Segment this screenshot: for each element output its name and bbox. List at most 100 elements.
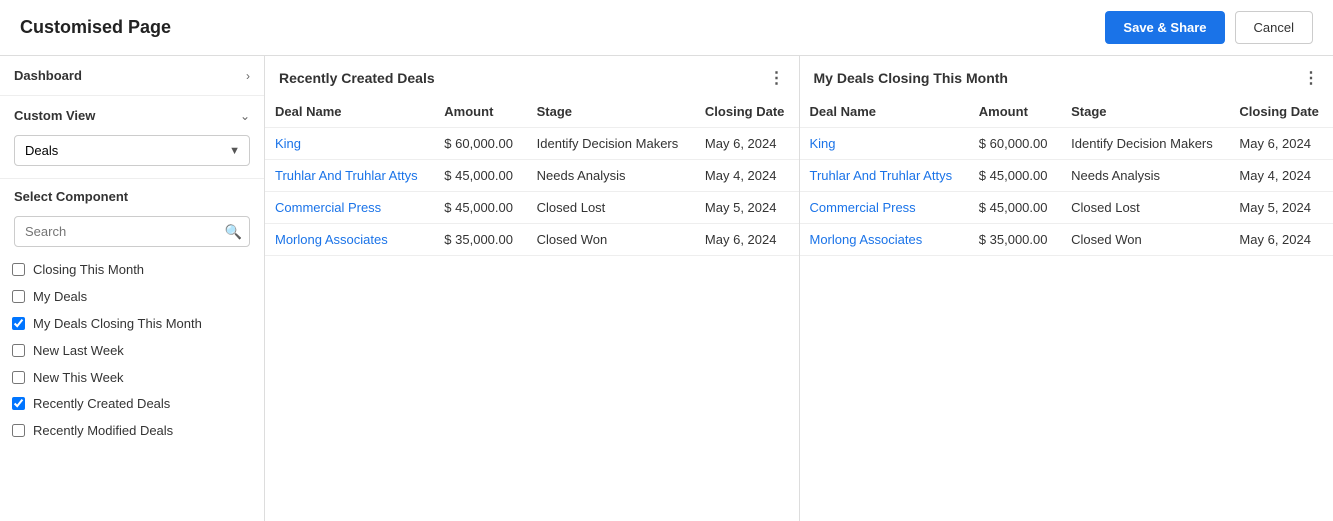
- custom-view-label: Custom View: [14, 108, 95, 123]
- col-stage: Stage: [1061, 96, 1229, 128]
- deal-link[interactable]: King: [275, 136, 301, 151]
- recently-created-title: Recently Created Deals: [279, 70, 435, 86]
- deal-stage: Closed Won: [1061, 224, 1229, 256]
- save-share-button[interactable]: Save & Share: [1105, 11, 1224, 44]
- select-component-section: Select Component 🔍 Closing This Month My…: [0, 179, 264, 449]
- table-header-row: Deal Name Amount Stage Closing Date: [800, 96, 1333, 128]
- header-actions: Save & Share Cancel: [1105, 11, 1313, 44]
- deal-amount: $ 60,000.00: [434, 128, 526, 160]
- deal-amount: $ 45,000.00: [434, 192, 526, 224]
- chevron-right-icon: ›: [246, 69, 250, 83]
- cancel-button[interactable]: Cancel: [1235, 11, 1313, 44]
- table-row: Truhlar And Truhlar Attys $ 45,000.00 Ne…: [800, 160, 1333, 192]
- my-deals-checkbox[interactable]: [12, 290, 25, 303]
- recently-created-table: Deal Name Amount Stage Closing Date King…: [265, 96, 799, 256]
- table-row: Commercial Press $ 45,000.00 Closed Lost…: [800, 192, 1333, 224]
- sidebar-section-custom-view: Custom View ⌄ Deals Contacts Leads ▼: [0, 96, 264, 179]
- list-item[interactable]: My Deals Closing This Month: [0, 311, 264, 338]
- deal-closing-date: May 5, 2024: [695, 192, 799, 224]
- table-header-row: Deal Name Amount Stage Closing Date: [265, 96, 799, 128]
- custom-view-header[interactable]: Custom View ⌄: [0, 96, 264, 129]
- list-item[interactable]: Recently Created Deals: [0, 391, 264, 418]
- list-item[interactable]: New Last Week: [0, 338, 264, 365]
- col-stage: Stage: [527, 96, 695, 128]
- deal-link[interactable]: Morlong Associates: [275, 232, 388, 247]
- deal-closing-date: May 6, 2024: [695, 128, 799, 160]
- search-wrapper: 🔍: [0, 210, 264, 253]
- new-this-week-label: New This Week: [33, 370, 124, 387]
- col-deal-name: Deal Name: [265, 96, 434, 128]
- deal-link[interactable]: Truhlar And Truhlar Attys: [810, 168, 953, 183]
- deal-stage: Closed Won: [527, 224, 695, 256]
- deal-stage: Closed Lost: [527, 192, 695, 224]
- recently-created-panel: Recently Created Deals ⋮ Deal Name Amoun…: [265, 56, 800, 521]
- deals-dropdown-wrapper: Deals Contacts Leads ▼: [0, 129, 264, 178]
- deal-stage: Needs Analysis: [527, 160, 695, 192]
- deal-amount: $ 45,000.00: [434, 160, 526, 192]
- recently-created-checkbox[interactable]: [12, 397, 25, 410]
- new-last-week-label: New Last Week: [33, 343, 124, 360]
- component-checkbox-list: Closing This Month My Deals My Deals Clo…: [0, 253, 264, 449]
- recently-modified-checkbox[interactable]: [12, 424, 25, 437]
- select-component-label: Select Component: [0, 179, 264, 210]
- main-content: Recently Created Deals ⋮ Deal Name Amoun…: [265, 56, 1333, 521]
- list-item[interactable]: My Deals: [0, 284, 264, 311]
- chevron-up-icon: ⌄: [240, 109, 250, 123]
- dashboard-label: Dashboard: [14, 68, 82, 83]
- col-closing-date: Closing Date: [695, 96, 799, 128]
- my-deals-label: My Deals: [33, 289, 87, 306]
- table-row: King $ 60,000.00 Identify Decision Maker…: [265, 128, 799, 160]
- table-row: Truhlar And Truhlar Attys $ 45,000.00 Ne…: [265, 160, 799, 192]
- deal-link[interactable]: King: [810, 136, 836, 151]
- my-deals-closing-checkbox[interactable]: [12, 317, 25, 330]
- new-last-week-checkbox[interactable]: [12, 344, 25, 357]
- col-amount: Amount: [969, 96, 1061, 128]
- deal-stage: Needs Analysis: [1061, 160, 1229, 192]
- recently-created-label: Recently Created Deals: [33, 396, 170, 413]
- deal-closing-date: May 6, 2024: [1229, 224, 1333, 256]
- list-item[interactable]: Recently Modified Deals: [0, 418, 264, 445]
- deal-stage: Identify Decision Makers: [527, 128, 695, 160]
- deal-amount: $ 45,000.00: [969, 160, 1061, 192]
- page-header: Customised Page Save & Share Cancel: [0, 0, 1333, 56]
- deal-amount: $ 35,000.00: [434, 224, 526, 256]
- deal-amount: $ 60,000.00: [969, 128, 1061, 160]
- panel-menu-icon[interactable]: ⋮: [769, 68, 785, 88]
- deals-dropdown-container: Deals Contacts Leads ▼: [14, 135, 250, 166]
- deal-amount: $ 45,000.00: [969, 192, 1061, 224]
- search-input[interactable]: [14, 216, 250, 247]
- my-deals-header: My Deals Closing This Month ⋮: [800, 56, 1333, 96]
- my-deals-title: My Deals Closing This Month: [814, 70, 1008, 86]
- panel-menu-icon-2[interactable]: ⋮: [1303, 68, 1319, 88]
- deal-link[interactable]: Truhlar And Truhlar Attys: [275, 168, 418, 183]
- recently-created-table-wrapper[interactable]: Deal Name Amount Stage Closing Date King…: [265, 96, 799, 521]
- sidebar: Dashboard › Custom View ⌄ Deals Contacts…: [0, 56, 265, 521]
- table-row: Commercial Press $ 45,000.00 Closed Lost…: [265, 192, 799, 224]
- my-deals-closing-label: My Deals Closing This Month: [33, 316, 202, 333]
- table-row: King $ 60,000.00 Identify Decision Maker…: [800, 128, 1333, 160]
- deal-closing-date: May 5, 2024: [1229, 192, 1333, 224]
- col-amount: Amount: [434, 96, 526, 128]
- deals-dropdown[interactable]: Deals Contacts Leads: [14, 135, 250, 166]
- deal-link[interactable]: Morlong Associates: [810, 232, 923, 247]
- col-deal-name: Deal Name: [800, 96, 969, 128]
- table-row: Morlong Associates $ 35,000.00 Closed Wo…: [800, 224, 1333, 256]
- deal-link[interactable]: Commercial Press: [275, 200, 381, 215]
- deal-closing-date: May 6, 2024: [1229, 128, 1333, 160]
- table-row: Morlong Associates $ 35,000.00 Closed Wo…: [265, 224, 799, 256]
- sidebar-item-dashboard[interactable]: Dashboard ›: [0, 56, 264, 95]
- deal-link[interactable]: Commercial Press: [810, 200, 916, 215]
- closing-this-month-label: Closing This Month: [33, 262, 144, 279]
- deal-closing-date: May 4, 2024: [695, 160, 799, 192]
- search-icon: 🔍: [225, 223, 242, 240]
- my-deals-table-wrapper[interactable]: Deal Name Amount Stage Closing Date King…: [800, 96, 1333, 521]
- deal-stage: Closed Lost: [1061, 192, 1229, 224]
- list-item[interactable]: Closing This Month: [0, 257, 264, 284]
- main-layout: Dashboard › Custom View ⌄ Deals Contacts…: [0, 56, 1333, 521]
- recently-modified-label: Recently Modified Deals: [33, 423, 173, 440]
- deal-stage: Identify Decision Makers: [1061, 128, 1229, 160]
- list-item[interactable]: New This Week: [0, 365, 264, 392]
- closing-this-month-checkbox[interactable]: [12, 263, 25, 276]
- new-this-week-checkbox[interactable]: [12, 371, 25, 384]
- col-closing-date: Closing Date: [1229, 96, 1333, 128]
